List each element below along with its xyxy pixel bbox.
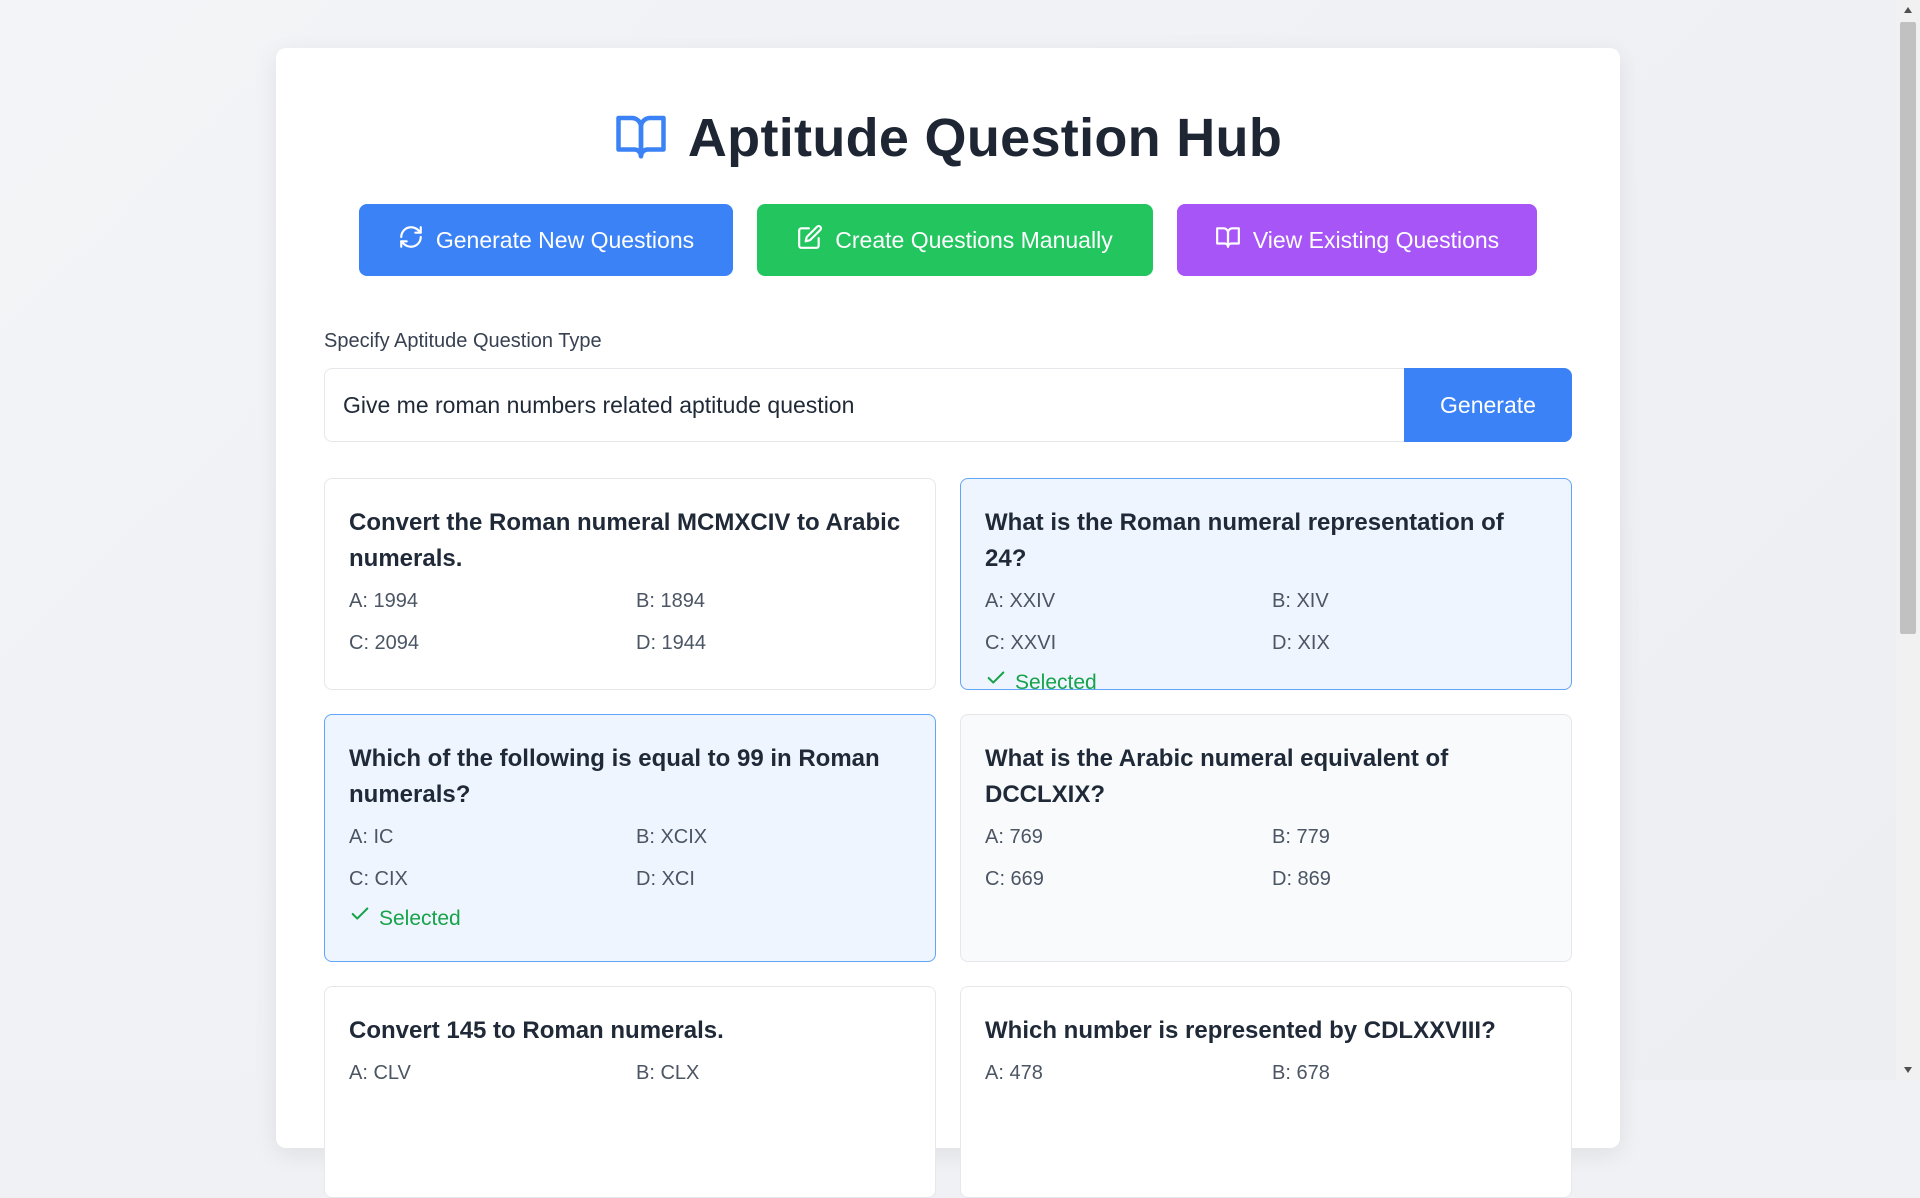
option-a: A: IC: [349, 826, 394, 848]
option-a: A: XXIV: [985, 590, 1056, 612]
scroll-down-arrow-icon[interactable]: [1896, 1060, 1920, 1080]
option-b: B: XCIX: [636, 826, 708, 848]
edit-icon: [797, 224, 823, 256]
options: A: 1994 B: 1894 C: 2094 D: 1944: [349, 585, 911, 659]
option-c: C: XXVI: [985, 632, 1057, 654]
page-background: Aptitude Question Hub Generate New Quest…: [0, 0, 1920, 1198]
option-b: B: 678: [1272, 1062, 1330, 1084]
option-a: A: 478: [985, 1062, 1043, 1084]
book-icon: [1215, 224, 1241, 256]
book-open-icon: [614, 109, 668, 168]
question-card[interactable]: Which number is represented by CDLXXVIII…: [960, 986, 1572, 1198]
question-text: Which of the following is equal to 99 in…: [349, 745, 880, 808]
scrollbar-thumb[interactable]: [1900, 22, 1916, 634]
option-b: B: 1894: [636, 590, 705, 612]
option-d: D: 1944: [636, 632, 707, 654]
options: A: CLV B: CLX: [349, 1057, 911, 1089]
option-d: D: 869: [1272, 868, 1331, 890]
question-card[interactable]: What is the Arabic numeral equivalent of…: [960, 714, 1572, 962]
generate-button[interactable]: Generate: [1404, 368, 1572, 442]
question-card[interactable]: Which of the following is equal to 99 in…: [324, 714, 936, 962]
question-card[interactable]: Convert 145 to Roman numerals. A: CLV B:…: [324, 986, 936, 1198]
question-card[interactable]: What is the Roman numeral representation…: [960, 478, 1572, 694]
option-a: A: CLV: [349, 1062, 411, 1084]
view-existing-questions-button[interactable]: View Existing Questions: [1177, 204, 1537, 276]
question-type-input[interactable]: [324, 368, 1404, 442]
options: A: IC B: XCIX C: CIX D: XCI: [349, 821, 911, 895]
check-icon: [349, 903, 371, 935]
check-icon: [985, 667, 1007, 699]
options: A: 769 B: 779 C: 669 D: 869: [985, 821, 1547, 895]
option-c: C: 669: [985, 868, 1044, 890]
vertical-scrollbar[interactable]: [1896, 0, 1920, 1080]
question-text: Convert the Roman numeral MCMXCIV to Ara…: [349, 509, 901, 572]
question-text: Convert 145 to Roman numerals.: [349, 1017, 724, 1044]
selected-label: Selected: [379, 907, 461, 930]
option-a: A: 769: [985, 826, 1043, 848]
main-card: Aptitude Question Hub Generate New Quest…: [276, 48, 1620, 1198]
option-d: D: XCI: [636, 868, 695, 890]
generate-new-questions-button[interactable]: Generate New Questions: [359, 204, 733, 276]
selected-indicator: Selected: [349, 903, 911, 935]
action-buttons: Generate New Questions Create Questions …: [276, 204, 1620, 276]
generate-new-questions-label: Generate New Questions: [435, 226, 695, 253]
options: A: XXIV B: XIV C: XXVI D: XIX: [985, 585, 1547, 659]
option-b: B: 779: [1272, 826, 1330, 848]
option-c: C: CIX: [349, 868, 408, 890]
refresh-icon: [398, 224, 424, 256]
page-title: Aptitude Question Hub: [687, 108, 1283, 168]
question-card[interactable]: Convert the Roman numeral MCMXCIV to Ara…: [324, 478, 936, 690]
question-type-label: Specify Aptitude Question Type: [324, 330, 602, 352]
selected-label: Selected: [1015, 671, 1097, 694]
question-text: What is the Arabic numeral equivalent of…: [985, 745, 1449, 808]
create-questions-manually-label: Create Questions Manually: [835, 226, 1113, 253]
view-existing-questions-label: View Existing Questions: [1252, 226, 1500, 253]
header: Aptitude Question Hub: [276, 98, 1620, 178]
question-text: What is the Roman numeral representation…: [985, 509, 1504, 572]
option-c: C: 2094: [349, 632, 420, 654]
scroll-up-arrow-icon[interactable]: [1896, 0, 1920, 20]
option-a: A: 1994: [349, 590, 418, 612]
create-questions-manually-button[interactable]: Create Questions Manually: [757, 204, 1153, 276]
option-d: D: XIX: [1272, 632, 1330, 654]
option-b: B: CLX: [636, 1062, 700, 1084]
question-type-form: Generate: [324, 368, 1572, 442]
question-text: Which number is represented by CDLXXVIII…: [985, 1017, 1496, 1044]
option-b: B: XIV: [1272, 590, 1329, 612]
options: A: 478 B: 678: [985, 1057, 1547, 1089]
selected-indicator: Selected: [985, 667, 1547, 699]
